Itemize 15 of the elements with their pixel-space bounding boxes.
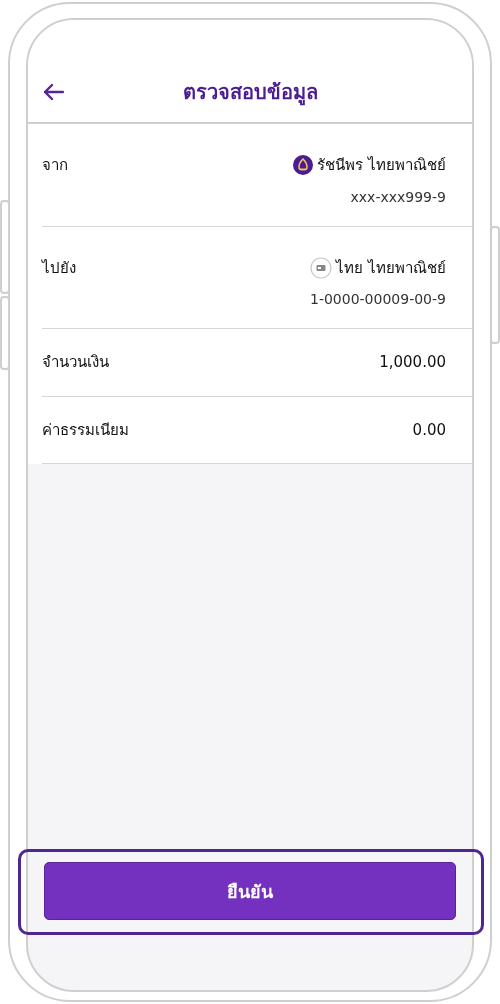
page-title: ตรวจสอบข้อมูล (182, 79, 318, 107)
account-number: xxx-xxx999-9 (350, 187, 446, 207)
account-name: ไทย ไทยพาณิชย์ (336, 257, 446, 279)
card-icon (310, 256, 333, 279)
account-name: รัชนีพร ไทยพาณิชย์ (317, 155, 446, 176)
row-label: จาก (42, 155, 68, 176)
back-arrow-icon[interactable] (42, 83, 64, 101)
account-number: 1-0000-00009-00-9 (310, 290, 446, 309)
row-label: จำนวนเงิน (42, 352, 109, 373)
row-value: 0.00 (412, 419, 446, 441)
row-label: ไปยัง (42, 257, 76, 279)
bank-logo-icon (293, 155, 314, 176)
confirm-button[interactable]: ยืนยัน (44, 862, 456, 920)
row-value: 1,000.00 (379, 352, 446, 373)
row-label: ค่าธรรมเนียม (42, 419, 129, 441)
